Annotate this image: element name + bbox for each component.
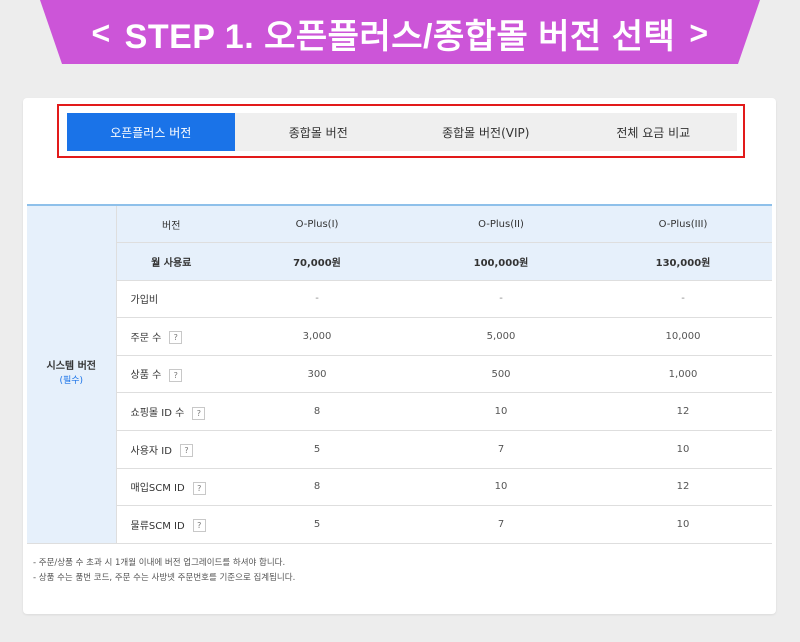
tab-highlight-frame: 오픈플러스 버전 종합몰 버전 종합몰 버전(VIP) 전체 요금 비교	[57, 104, 745, 158]
header-cell: O-Plus(I)	[226, 205, 408, 244]
tab-mall[interactable]: 종합몰 버전	[235, 113, 403, 151]
row-label: 물류SCM ID?	[115, 505, 226, 544]
table-cell: 12	[594, 392, 772, 432]
table-cell: 5	[226, 430, 408, 469]
table-row: 상품 수? 300 500 1,000	[27, 355, 772, 394]
required-label: (필수)	[59, 376, 84, 387]
group-label: 시스템 버전	[46, 361, 96, 373]
prev-chevron-icon[interactable]: <	[91, 15, 110, 52]
monthly-fee-row: 월 사용료 70,000원 100,000원 130,000원	[27, 242, 772, 281]
table-cell: 8	[226, 468, 408, 507]
fee-cell: 70,000원	[226, 242, 408, 281]
header-label: 버전	[115, 205, 226, 244]
row-label: 쇼핑몰 ID 수?	[115, 392, 226, 432]
table-cell: 300	[226, 355, 408, 394]
table-row: 매입SCM ID? 8 10 12	[27, 468, 772, 507]
help-icon[interactable]: ?	[192, 406, 206, 420]
next-chevron-icon[interactable]: >	[689, 15, 708, 52]
table-cell: 1,000	[594, 355, 772, 394]
tab-mall-vip[interactable]: 종합몰 버전(VIP)	[402, 113, 570, 151]
tab-open-plus[interactable]: 오픈플러스 버전	[67, 113, 235, 151]
table-cell: -	[594, 280, 772, 319]
table-cell: 5	[226, 505, 408, 544]
table-cell: -	[408, 280, 594, 319]
row-label: 상품 수?	[115, 355, 226, 394]
row-label: 가입비	[115, 280, 226, 319]
table-cell: 10	[594, 505, 772, 544]
table-cell: 12	[594, 468, 772, 507]
table-cell: 3,000	[226, 317, 408, 356]
step-banner: < STEP 1. 오픈플러스/종합몰 버전 선택 >	[0, 0, 800, 78]
table-cell: 7	[408, 430, 594, 469]
table-header-row: 시스템 버전 (필수) 버전 O-Plus(I) O-Plus(II) O-Pl…	[27, 205, 772, 544]
fee-label: 월 사용료	[115, 242, 226, 281]
fee-cell: 130,000원	[594, 242, 772, 281]
footnotes: - 주문/상품 수 초과 시 1개월 이내에 버전 업그레이드를 하셔야 합니다…	[33, 556, 753, 586]
table-row: 주문 수? 3,000 5,000 10,000	[27, 317, 772, 356]
table-cell: 10,000	[594, 317, 772, 356]
table-cell: 8	[226, 392, 408, 432]
help-icon[interactable]: ?	[169, 331, 183, 345]
table-cell: 10	[594, 430, 772, 469]
table-row: 쇼핑몰 ID 수? 8 10 12	[27, 392, 772, 432]
help-icon[interactable]: ?	[192, 481, 206, 495]
pricing-card: 오픈플러스 버전 종합몰 버전 종합몰 버전(VIP) 전체 요금 비교 시스템…	[23, 98, 776, 614]
table-cell: 5,000	[408, 317, 594, 356]
table-cell: 10	[408, 392, 594, 432]
header-cell: O-Plus(II)	[408, 205, 594, 244]
table-row: 물류SCM ID? 5 7 10	[27, 505, 772, 544]
header-cell: O-Plus(III)	[594, 205, 772, 244]
footnote: - 주문/상품 수 초과 시 1개월 이내에 버전 업그레이드를 하셔야 합니다…	[33, 558, 286, 568]
help-icon[interactable]: ?	[169, 368, 183, 382]
fee-cell: 100,000원	[408, 242, 594, 281]
help-icon[interactable]: ?	[179, 444, 193, 458]
table-row: 사용자 ID? 5 7 10	[27, 430, 772, 469]
table-cell: 7	[408, 505, 594, 544]
table-cell: 10	[408, 468, 594, 507]
table-row: 가입비 - - -	[27, 280, 772, 319]
version-tabs: 오픈플러스 버전 종합몰 버전 종합몰 버전(VIP) 전체 요금 비교	[67, 113, 737, 151]
row-label: 매입SCM ID?	[115, 468, 226, 507]
tab-compare-all[interactable]: 전체 요금 비교	[570, 113, 738, 151]
banner-title: STEP 1. 오픈플러스/종합몰 버전 선택	[124, 17, 676, 56]
table-cell: 500	[408, 355, 594, 394]
pricing-table: 시스템 버전 (필수) 버전 O-Plus(I) O-Plus(II) O-Pl…	[27, 204, 772, 544]
system-version-group: 시스템 버전 (필수)	[27, 205, 116, 544]
row-label: 주문 수?	[115, 317, 226, 356]
footnote: - 상품 수는 품번 코드, 주문 수는 사방넷 주문번호를 기준으로 집계됩니…	[33, 573, 296, 583]
help-icon[interactable]: ?	[192, 519, 206, 533]
row-label: 사용자 ID?	[115, 430, 226, 469]
table-cell: -	[226, 280, 408, 319]
